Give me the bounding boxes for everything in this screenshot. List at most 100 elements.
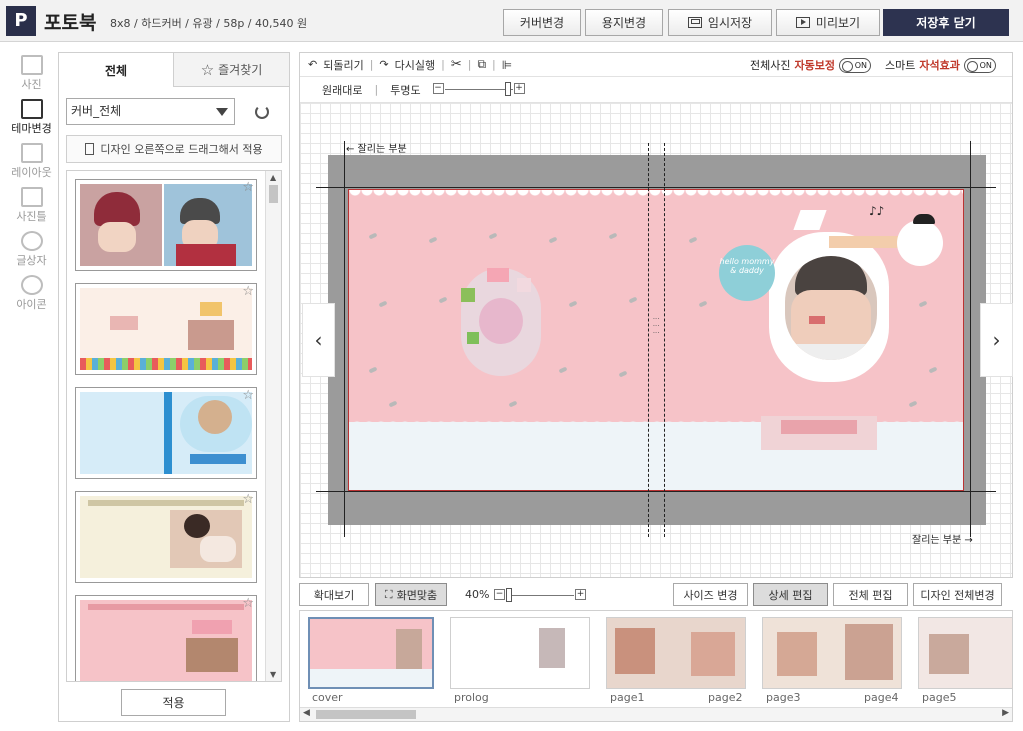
full-edit-button[interactable]: 전체 편집 [833, 583, 908, 606]
favorite-star-icon[interactable]: ☆ [242, 388, 254, 403]
rail-item-frame[interactable]: 사진틀 [5, 184, 58, 228]
scroll-right-icon[interactable]: ▶ [1002, 708, 1009, 718]
pattern-dot [928, 366, 938, 374]
opacity-slider[interactable]: − + [432, 82, 525, 96]
category-select[interactable]: 커버_전체 [66, 98, 235, 125]
rail-item-textbox[interactable]: 글상자 [5, 228, 58, 272]
back-cover-wreath[interactable] [461, 268, 541, 376]
favorite-star-icon[interactable]: ☆ [242, 180, 254, 195]
prev-page-button[interactable]: ‹ [302, 303, 335, 377]
toggle-switch[interactable]: ON [963, 57, 996, 73]
rail-item-layout[interactable]: 레이아웃 [5, 140, 58, 184]
page-label: prolog [454, 691, 489, 704]
crop-line-bottom [316, 491, 996, 492]
scrollbar-handle[interactable] [316, 710, 416, 719]
page-thumbnail-prolog[interactable] [450, 617, 590, 689]
tool-rail: 사진 테마변경 레이아웃 사진틀 글상자 아이콘 [5, 52, 58, 722]
photo-icon [20, 55, 43, 75]
next-page-button[interactable]: › [980, 303, 1013, 377]
minus-icon[interactable]: − [494, 589, 505, 600]
plus-icon[interactable]: + [513, 83, 525, 94]
scroll-left-icon[interactable]: ◀ [303, 708, 310, 718]
design-thumbnail[interactable]: ☆ [75, 595, 257, 681]
scissors-icon[interactable]: ✂ [451, 57, 462, 72]
paper-change-button[interactable]: 용지변경 [585, 9, 663, 36]
zoom-level: 40% [465, 588, 490, 601]
redo-button[interactable]: 다시실행 [395, 57, 435, 73]
design-thumbnail[interactable]: ☆ [75, 179, 257, 271]
pattern-dot [368, 366, 378, 374]
pattern-dot [378, 300, 388, 308]
design-thumbnail[interactable]: ☆ [75, 283, 257, 375]
slider-track [506, 595, 574, 596]
tab-all[interactable]: 전체 [59, 53, 174, 87]
refresh-icon[interactable] [255, 105, 269, 119]
crop-line-right [970, 141, 971, 537]
cover-change-button[interactable]: 커버변경 [503, 9, 581, 36]
fit-screen-button[interactable]: ⛶ 화면맞춤 [375, 583, 447, 606]
scrollbar-handle[interactable] [269, 185, 278, 203]
design-change-button[interactable]: 디자인 전체변경 [913, 583, 1002, 606]
slider-handle[interactable] [504, 82, 511, 96]
temp-save-button[interactable]: 임시저장 [668, 9, 772, 36]
chevron-right-icon: › [992, 328, 1001, 352]
pattern-dot [628, 296, 638, 304]
design-thumbnail[interactable]: ☆ [75, 387, 257, 479]
product-info: 8x8 / 하드커버 / 유광 / 58p / 40,540 원 [110, 17, 308, 30]
heart-icon [20, 275, 43, 295]
align-icon[interactable]: ⊫ [502, 58, 512, 72]
cover-change-label: 커버변경 [519, 16, 565, 30]
editor-canvas: ↶ 되돌리기 | ↷ 다시실행 | ✂ | ⧉ | ⊫ 전체사진 자동보정 ON… [299, 52, 1013, 578]
hello-bubble[interactable]: hello mommy & daddy [719, 245, 775, 301]
panel-tabs: 전체 ☆ 즐겨찾기 [59, 53, 289, 87]
undo-button[interactable]: 되돌리기 [323, 57, 363, 73]
rail-item-icons[interactable]: 아이콘 [5, 272, 58, 316]
page-label: cover [312, 691, 343, 704]
page-label: page2 [708, 691, 743, 704]
scroll-up-icon[interactable]: ▲ [270, 173, 276, 182]
save-close-button[interactable]: 저장후 닫기 [883, 9, 1009, 36]
pattern-dot [438, 296, 448, 304]
hint-text: 디자인 오른쪽으로 드래그해서 적용 [100, 143, 263, 156]
favorite-star-icon[interactable]: ☆ [242, 284, 254, 299]
toolbar-divider: | [374, 83, 379, 96]
arrange-icon[interactable]: ⧉ [477, 57, 486, 72]
preview-button[interactable]: 미리보기 [776, 9, 880, 36]
scallop-border-top [349, 190, 963, 200]
cover-design[interactable]: hello mommy & daddy ♪♪ [348, 189, 964, 491]
star-icon: ☆ [200, 60, 215, 79]
favorite-star-icon[interactable]: ☆ [242, 596, 254, 611]
page-thumbnail-cover[interactable] [308, 617, 434, 689]
original-button[interactable]: 원래대로 [322, 82, 362, 98]
full-edit-label: 전체 편집 [848, 588, 893, 602]
design-thumbnail[interactable]: ☆ [75, 491, 257, 583]
cover-photo[interactable] [785, 256, 877, 360]
rail-item-photo[interactable]: 사진 [5, 52, 58, 96]
detail-edit-button[interactable]: 상세 편집 [753, 583, 828, 606]
auto-correct-toggle[interactable]: 전체사진 자동보정 ON [750, 57, 871, 73]
page-thumbnail-page3-4[interactable] [762, 617, 902, 689]
minus-icon[interactable]: − [432, 83, 444, 94]
app-logo: P [6, 6, 36, 36]
thumbnail-scrollbar[interactable]: ▲ ▼ [265, 171, 281, 681]
page-strip-scrollbar[interactable]: ◀ ▶ [300, 707, 1012, 721]
redo-icon[interactable]: ↷ [379, 58, 388, 71]
slider-handle[interactable] [506, 588, 512, 602]
undo-icon[interactable]: ↶ [308, 58, 317, 71]
favorite-star-icon[interactable]: ☆ [242, 492, 254, 507]
page-thumbnail-page1-2[interactable] [606, 617, 746, 689]
plus-icon[interactable]: + [575, 589, 586, 600]
cut-area-label-top: ← 잘리는 부분 [346, 144, 407, 155]
apply-button[interactable]: 적용 [121, 689, 226, 716]
scroll-down-icon[interactable]: ▼ [270, 670, 276, 679]
toggle-switch[interactable]: ON [838, 57, 871, 73]
size-change-button[interactable]: 사이즈 변경 [673, 583, 748, 606]
page-thumbnail-page5[interactable] [918, 617, 1012, 689]
rail-item-theme[interactable]: 테마변경 [5, 96, 58, 140]
category-select-value: 커버_전체 [71, 104, 122, 118]
pattern-dot [368, 232, 378, 240]
smart-effect-toggle[interactable]: 스마트 자석효과 ON [885, 57, 996, 73]
tab-favorites[interactable]: ☆ 즐겨찾기 [174, 53, 289, 87]
zoom-in-button[interactable]: 확대보기 [299, 583, 369, 606]
zoom-slider[interactable]: − + [494, 588, 586, 602]
